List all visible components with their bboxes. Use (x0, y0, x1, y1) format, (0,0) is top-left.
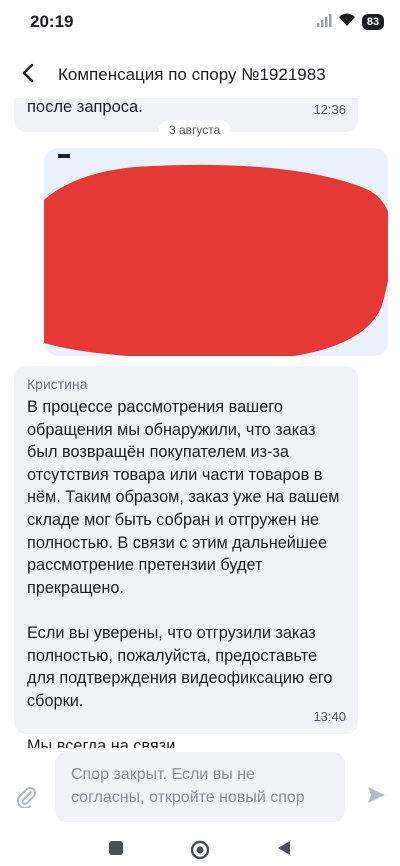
date-separator: 3 августа (159, 120, 231, 140)
message-input[interactable]: Спор закрыт. Если вы не согласны, открой… (55, 752, 345, 822)
wifi-icon (338, 13, 356, 32)
previous-message-time: 12:36 (313, 102, 346, 117)
back-triangle-icon (276, 840, 292, 861)
message-time: 13:40 (313, 709, 346, 724)
recents-icon (108, 840, 124, 861)
message-paragraph: Мы всегда на связи. (27, 736, 180, 748)
previous-message-text: после запроса. (27, 98, 143, 116)
home-icon (190, 840, 210, 865)
app-header: Компенсация по спору №1921983 (0, 52, 400, 98)
paperclip-icon (16, 786, 38, 813)
back-button[interactable] (6, 53, 50, 97)
status-bar: 20:19 83 (0, 0, 400, 44)
chat-area[interactable]: после запроса. 12:36 3 августа Кристина … (0, 98, 400, 748)
system-nav-bar (0, 832, 400, 866)
status-time: 20:19 (30, 12, 74, 31)
send-icon (366, 785, 386, 810)
input-row: Спор закрыт. Если вы не согласны, открой… (0, 752, 400, 824)
attach-button[interactable] (14, 786, 40, 812)
redacted-message-bubble (44, 148, 388, 356)
message-paragraph: В процессе рассмотрения вашего обращения… (27, 398, 340, 597)
message-bubble: Кристина В процессе рассмотрения вашего … (14, 366, 358, 748)
status-icons: 83 (316, 13, 384, 32)
send-button[interactable] (365, 786, 387, 808)
back-nav-button[interactable] (276, 840, 292, 861)
battery-icon: 83 (362, 14, 384, 30)
home-button[interactable] (190, 840, 210, 865)
redaction-scribble (44, 154, 388, 356)
message-input-placeholder: Спор закрыт. Если вы не согласны, открой… (71, 766, 305, 806)
signal-icon (316, 13, 332, 32)
page-title: Компенсация по спору №1921983 (58, 65, 326, 84)
recents-button[interactable] (108, 840, 124, 861)
message-sender: Кристина (27, 376, 88, 392)
message-text: В процессе рассмотрения вашего обращения… (27, 396, 344, 748)
chevron-left-icon (21, 63, 35, 88)
message-paragraph: Если вы уверены, что отгрузили заказ пол… (27, 623, 333, 710)
